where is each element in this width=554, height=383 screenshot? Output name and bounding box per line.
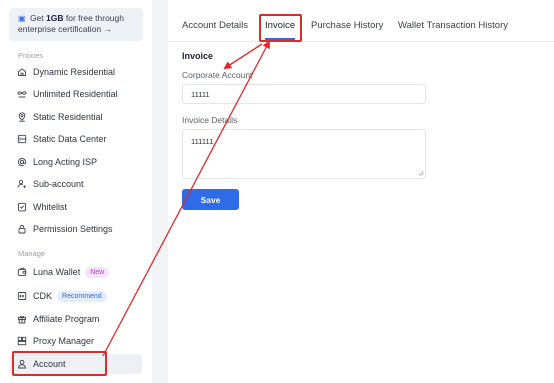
infinity-icon (17, 91, 27, 98)
invoice-details-label: Invoice Details (182, 115, 238, 125)
sidebar-item-label: Unlimited Residential (33, 89, 118, 99)
gift-icon (18, 315, 26, 324)
sidebar-item-dynamic-residential[interactable]: Dynamic Residential (10, 62, 142, 82)
user-plus-icon (17, 179, 26, 188)
sidebar-item-cdk[interactable]: CDK Recommend (10, 286, 142, 306)
tab-account-details[interactable]: Account Details (182, 20, 248, 31)
recommend-badge: Recommend (57, 290, 107, 302)
corporate-account-input[interactable] (182, 84, 426, 104)
sidebar-item-static-data-center[interactable]: Static Data Center (10, 129, 142, 149)
form-title: Invoice (182, 51, 214, 61)
sidebar-item-label: Sub-account (33, 179, 84, 189)
sidebar-item-static-residential[interactable]: Static Residential (10, 107, 142, 127)
sidebar-item-sub-account[interactable]: Sub-account (10, 174, 142, 194)
sidebar-item-unlimited-residential[interactable]: Unlimited Residential (10, 84, 142, 104)
tab-bar: Account Details Invoice Purchase History… (168, 0, 554, 42)
wallet-icon (17, 267, 27, 276)
tab-purchase-history[interactable]: Purchase History (311, 20, 383, 31)
promo-banner[interactable]: ▣ Get 1GB for free through enterprise ce… (9, 8, 143, 41)
lock-icon (18, 224, 26, 234)
promo-prefix: Get (29, 13, 44, 23)
corporate-account-label: Corporate Account (182, 70, 253, 80)
sidebar-item-label: Affiliate Program (33, 314, 100, 324)
server-icon (17, 134, 27, 144)
sidebar-item-whitelist[interactable]: Whitelist (10, 197, 142, 217)
location-pin-icon (18, 112, 26, 122)
gift-icon: ▣ (18, 14, 26, 23)
sidebar: ▣ Get 1GB for free through enterprise ce… (0, 0, 152, 383)
manage-section-label: Manage (18, 249, 46, 258)
promo-line-2: enterprise certification → (18, 24, 113, 34)
save-button[interactable]: Save (182, 189, 239, 210)
at-sign-icon (17, 158, 27, 167)
promo-highlight: 1GB (46, 13, 64, 23)
sidebar-item-label: Static Residential (33, 112, 103, 122)
sidebar-item-label: CDK (33, 291, 53, 301)
promo-rest: for free through (65, 13, 124, 23)
proxies-section-label: Proxies (18, 51, 44, 60)
checklist-icon (18, 202, 26, 212)
sidebar-item-label: Luna Wallet (33, 267, 81, 277)
home-icon (18, 68, 26, 77)
sidebar-item-label: Proxy Manager (33, 336, 95, 346)
sidebar-item-long-acting-isp[interactable]: Long Acting ISP (10, 152, 142, 172)
sidebar-item-label: Static Data Center (33, 134, 107, 144)
resize-grip-icon[interactable] (418, 170, 424, 176)
sidebar-item-label: Long Acting ISP (33, 157, 98, 167)
promo-line-1: ▣ Get 1GB for free through (18, 13, 143, 24)
invoice-tab-highlight-box (259, 14, 302, 42)
new-badge: New (85, 266, 110, 278)
sidebar-item-label: Permission Settings (33, 224, 113, 234)
cdk-icon (17, 292, 27, 300)
main-panel: Account Details Invoice Purchase History… (168, 0, 554, 383)
sidebar-item-proxy-manager[interactable]: Proxy Manager (10, 331, 142, 351)
tab-wallet-transaction-history[interactable]: Wallet Transaction History (398, 20, 508, 31)
invoice-details-textarea[interactable]: 111111 (182, 129, 426, 179)
proxy-manager-icon (17, 336, 27, 346)
sidebar-item-permission-settings[interactable]: Permission Settings (10, 219, 142, 239)
sidebar-item-label: Dynamic Residential (33, 67, 116, 77)
account-highlight-box (12, 351, 107, 376)
sidebar-item-luna-wallet[interactable]: Luna Wallet New (10, 262, 142, 282)
sidebar-item-affiliate-program[interactable]: Affiliate Program (10, 309, 142, 329)
sidebar-item-label: Whitelist (33, 202, 68, 212)
